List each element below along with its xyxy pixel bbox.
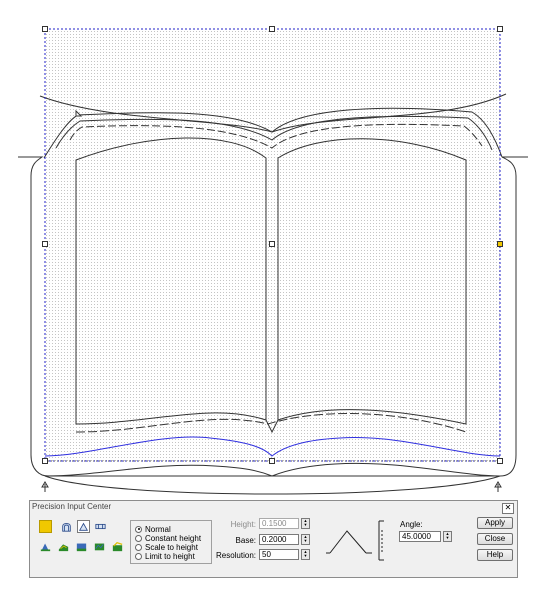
handle-bottom-left[interactable]	[42, 458, 48, 464]
handle-top-center[interactable]	[269, 26, 275, 32]
precision-input-panel: Precision Input Center ✕ Normal Constant…	[29, 500, 518, 578]
handle-bottom-right[interactable]	[497, 458, 503, 464]
radio-button[interactable]	[135, 525, 142, 533]
base-field[interactable]: 0.2000	[259, 534, 299, 545]
handle-top-left[interactable]	[42, 26, 48, 32]
help-button[interactable]: Help	[477, 549, 513, 561]
height-field[interactable]: 0.1500	[259, 518, 299, 529]
color-swatch-icon[interactable]	[39, 520, 52, 533]
peak-icon[interactable]	[77, 520, 90, 533]
angle-field[interactable]: 45.0000	[399, 531, 441, 542]
resolution-label: Resolution:	[215, 551, 256, 560]
close-icon[interactable]: ✕	[502, 503, 514, 514]
radio-limit-to-height[interactable]: Limit to height	[135, 551, 195, 561]
tool-e-icon[interactable]	[111, 540, 124, 553]
base-label: Base:	[235, 536, 256, 545]
arrow-marker-right[interactable]	[494, 481, 502, 492]
radio-button[interactable]	[135, 534, 142, 542]
base-spinner[interactable]: ▲ ▼	[301, 534, 310, 545]
handle-middle-right[interactable]	[497, 241, 503, 247]
radio-button[interactable]	[135, 552, 142, 560]
mode-radio-group: Normal Constant height Scale to height L…	[130, 520, 212, 564]
book-bottom-wave	[44, 462, 501, 477]
close-button[interactable]: Close	[477, 533, 513, 545]
arrow-marker-left[interactable]	[41, 481, 49, 492]
tool-a-icon[interactable]	[39, 540, 52, 553]
apply-button[interactable]: Apply	[477, 517, 513, 529]
handle-center[interactable]	[269, 241, 275, 247]
height-scale-icon	[378, 520, 384, 561]
resolution-spinner[interactable]: ▲ ▼	[301, 549, 310, 560]
angle-spinner[interactable]: ▲ ▼	[443, 531, 452, 542]
resolution-field[interactable]: 50	[259, 549, 299, 560]
handle-top-right[interactable]	[497, 26, 503, 32]
tool-c-icon[interactable]	[75, 540, 88, 553]
flat-icon[interactable]	[94, 520, 107, 533]
height-label: Height:	[230, 520, 256, 529]
handle-middle-left[interactable]	[42, 241, 48, 247]
arch-icon[interactable]	[60, 520, 73, 533]
panel-title: Precision Input Center	[32, 502, 112, 511]
tool-b-icon[interactable]	[57, 540, 70, 553]
angle-label: Angle:	[400, 520, 423, 529]
radio-label: Limit to height	[145, 551, 195, 561]
radio-button[interactable]	[135, 543, 142, 551]
profile-preview-icon	[326, 530, 372, 554]
tool-d-icon[interactable]	[93, 540, 106, 553]
book-bottom-baseline	[44, 475, 501, 495]
handle-bottom-center[interactable]	[269, 458, 275, 464]
height-spinner[interactable]: ▲ ▼	[301, 518, 310, 529]
